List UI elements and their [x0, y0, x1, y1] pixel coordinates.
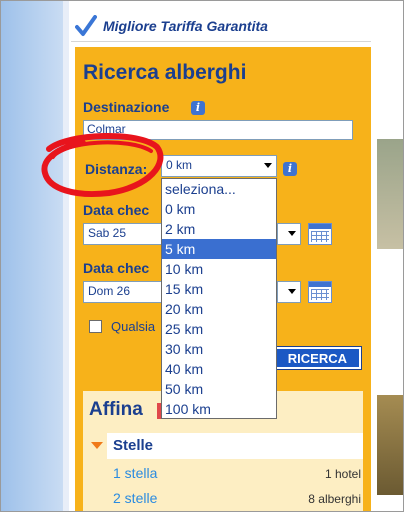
distance-option[interactable]: seleziona... — [162, 179, 276, 199]
left-background — [1, 1, 69, 511]
destination-input[interactable]: Colmar — [83, 120, 353, 140]
destination-info-icon[interactable]: i — [191, 101, 205, 115]
distance-info-icon[interactable]: i — [283, 162, 297, 176]
checkout-select[interactable]: Dom 26 — [83, 281, 163, 303]
divider — [71, 41, 371, 42]
distance-option[interactable]: 25 km — [162, 319, 276, 339]
background-image-fragment — [377, 139, 403, 249]
screenshot-frame: Migliore Tariffa Garantita Ricerca alber… — [0, 0, 404, 512]
checkout-secondary-select[interactable] — [277, 281, 301, 303]
star-filter-link[interactable]: 2 stelle — [113, 490, 157, 506]
distance-label: Distanza: — [85, 161, 148, 177]
checkout-value: Dom 26 — [88, 284, 131, 298]
guarantee-text: Migliore Tariffa Garantita — [103, 18, 268, 34]
anydate-label: Qualsia — [111, 319, 156, 334]
check-icon — [75, 15, 97, 36]
distance-option[interactable]: 50 km — [162, 379, 276, 399]
panel-title: Ricerca alberghi — [83, 61, 247, 84]
distance-selected-value: 0 km — [166, 158, 193, 172]
dropdown-arrow-icon — [288, 231, 296, 236]
background-image-fragment — [377, 395, 403, 495]
calendar-icon[interactable] — [308, 281, 332, 303]
distance-option[interactable]: 5 km — [162, 239, 276, 259]
distance-select[interactable]: 0 km — [161, 155, 277, 177]
distance-option[interactable]: 2 km — [162, 219, 276, 239]
stars-heading: Stelle — [113, 437, 154, 454]
distance-option[interactable]: 40 km — [162, 359, 276, 379]
star-filter-count: 8 alberghi — [308, 492, 361, 506]
distance-option[interactable]: 15 km — [162, 279, 276, 299]
search-button[interactable]: RICERCA — [262, 346, 362, 370]
checkin-secondary-select[interactable] — [277, 223, 301, 245]
distance-option[interactable]: 10 km — [162, 259, 276, 279]
refine-title: Affina — [89, 399, 143, 420]
dropdown-arrow-icon — [264, 163, 272, 168]
distance-dropdown-list[interactable]: seleziona... 0 km 2 km 5 km 10 km 15 km 20 km 2… — [161, 178, 277, 419]
expand-arrow-icon[interactable] — [91, 442, 103, 449]
checkin-select[interactable]: Sab 25 — [83, 223, 163, 245]
checkin-label: Data chec — [83, 202, 150, 218]
anydate-checkbox[interactable] — [89, 320, 102, 333]
dropdown-arrow-icon — [288, 289, 296, 294]
distance-option[interactable]: 0 km — [162, 199, 276, 219]
distance-option[interactable]: 30 km — [162, 339, 276, 359]
destination-label: Destinazione — [83, 99, 170, 115]
star-filter-link[interactable]: 1 stella — [113, 465, 157, 481]
distance-option[interactable]: 100 km — [162, 399, 276, 419]
distance-option[interactable]: 20 km — [162, 299, 276, 319]
checkin-value: Sab 25 — [88, 226, 127, 240]
checkout-label: Data chec — [83, 260, 150, 276]
guarantee-banner: Migliore Tariffa Garantita — [75, 15, 268, 37]
star-filter-count: 1 hotel — [324, 467, 361, 481]
calendar-icon[interactable] — [308, 223, 332, 245]
